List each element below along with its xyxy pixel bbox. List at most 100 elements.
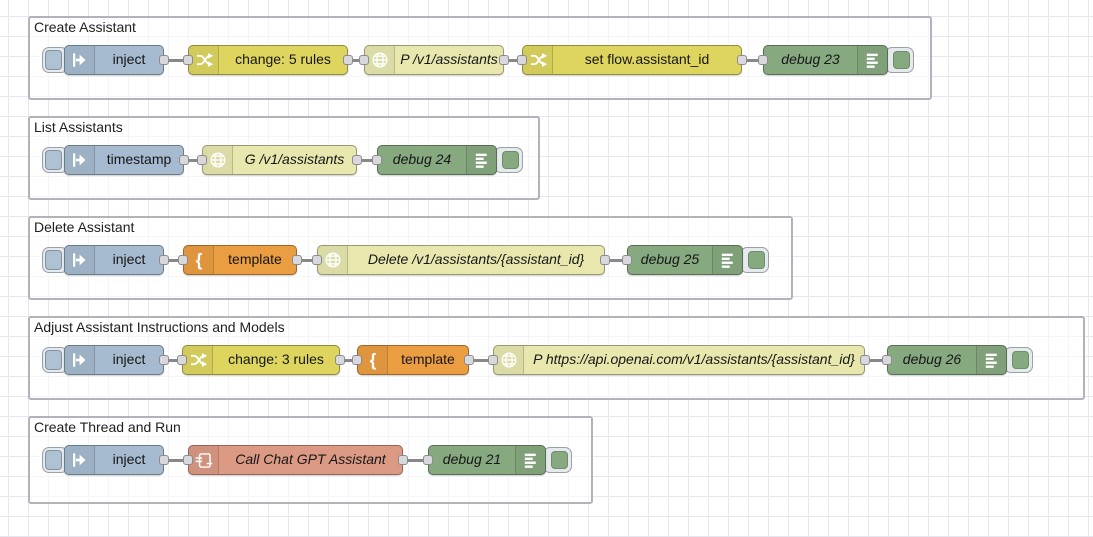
node-change[interactable]: set flow.assistant_id — [522, 45, 742, 75]
input-port[interactable] — [183, 455, 193, 465]
output-port[interactable] — [499, 55, 509, 65]
subflow-icon — [189, 446, 219, 474]
input-port[interactable] — [197, 155, 207, 165]
input-port[interactable] — [312, 255, 322, 265]
input-port[interactable] — [183, 55, 193, 65]
debug-toggle-nub[interactable] — [748, 251, 765, 269]
node-label: debug 26 — [902, 351, 962, 367]
node-label: G /v1/assistants — [244, 151, 345, 167]
node-inject[interactable]: inject — [64, 345, 164, 375]
inject-arrow-icon — [65, 446, 95, 474]
output-port[interactable] — [179, 155, 189, 165]
debug-output-icon — [712, 246, 742, 274]
curly-brace-icon: { — [358, 346, 388, 374]
inject-arrow-icon — [65, 246, 95, 274]
output-port[interactable] — [398, 455, 408, 465]
inject-button-nub[interactable] — [45, 250, 62, 270]
debug-output-icon — [515, 446, 545, 474]
node-template[interactable]: { template — [183, 245, 297, 275]
node-label: P /v1/assistants — [400, 51, 498, 67]
node-http-request[interactable]: Delete /v1/assistants/{assistant_id} — [317, 245, 605, 275]
debug-output-icon — [857, 46, 887, 74]
input-port[interactable] — [758, 55, 768, 65]
output-port[interactable] — [860, 355, 870, 365]
inject-arrow-icon — [65, 46, 95, 74]
output-port[interactable] — [159, 355, 169, 365]
input-port[interactable] — [882, 355, 892, 365]
node-inject[interactable]: inject — [64, 245, 164, 275]
output-port[interactable] — [159, 255, 169, 265]
node-label: set flow.assistant_id — [584, 51, 710, 67]
input-port[interactable] — [517, 55, 527, 65]
node-label: change: 3 rules — [228, 351, 324, 367]
inject-button-nub[interactable] — [45, 150, 62, 170]
input-port[interactable] — [178, 255, 188, 265]
debug-toggle-nub[interactable] — [502, 151, 519, 169]
node-debug[interactable]: debug 26 — [887, 345, 1007, 375]
node-label: debug 24 — [392, 151, 452, 167]
debug-toggle-nub[interactable] — [893, 51, 910, 69]
node-template[interactable]: { template — [357, 345, 469, 375]
output-port[interactable] — [737, 55, 747, 65]
node-label: inject — [112, 51, 146, 67]
group-label: Adjust Assistant Instructions and Models — [34, 319, 285, 335]
node-label: inject — [112, 451, 146, 467]
node-label: template — [228, 251, 282, 267]
group-label: List Assistants — [34, 119, 123, 135]
globe-icon — [203, 146, 233, 174]
output-port[interactable] — [343, 55, 353, 65]
node-subflow[interactable]: Call Chat GPT Assistant — [188, 445, 403, 475]
node-http-request[interactable]: P /v1/assistants — [364, 45, 504, 75]
inject-button-nub[interactable] — [45, 50, 62, 70]
node-label: inject — [112, 351, 146, 367]
node-debug[interactable]: debug 24 — [377, 145, 497, 175]
output-port[interactable] — [352, 155, 362, 165]
debug-output-icon — [976, 346, 1006, 374]
node-http-request[interactable]: P https://api.openai.com/v1/assistants/{… — [493, 345, 865, 375]
shuffle-icon — [523, 46, 553, 74]
debug-toggle-nub[interactable] — [551, 451, 568, 469]
flow-canvas[interactable]: Create Assistant inject change: 5 rules P /… — [0, 0, 1093, 537]
output-port[interactable] — [335, 355, 345, 365]
globe-icon — [365, 46, 395, 74]
input-port[interactable] — [488, 355, 498, 365]
output-port[interactable] — [159, 455, 169, 465]
node-label: timestamp — [106, 151, 172, 167]
node-inject[interactable]: inject — [64, 445, 164, 475]
input-port[interactable] — [359, 55, 369, 65]
output-port[interactable] — [464, 355, 474, 365]
output-port[interactable] — [600, 255, 610, 265]
input-port[interactable] — [352, 355, 362, 365]
node-change[interactable]: change: 3 rules — [182, 345, 340, 375]
node-debug[interactable]: debug 25 — [627, 245, 743, 275]
node-inject[interactable]: timestamp — [64, 145, 184, 175]
node-debug[interactable]: debug 21 — [428, 445, 546, 475]
shuffle-icon — [183, 346, 213, 374]
node-debug[interactable]: debug 23 — [763, 45, 888, 75]
node-label: Delete /v1/assistants/{assistant_id} — [367, 251, 585, 267]
input-port[interactable] — [372, 155, 382, 165]
inject-arrow-icon — [65, 146, 95, 174]
group-label: Create Thread and Run — [34, 419, 181, 435]
inject-button-nub[interactable] — [45, 450, 62, 470]
node-label: change: 5 rules — [235, 51, 331, 67]
node-change[interactable]: change: 5 rules — [188, 45, 348, 75]
node-label: inject — [112, 251, 146, 267]
node-label: template — [401, 351, 455, 367]
node-http-request[interactable]: G /v1/assistants — [202, 145, 357, 175]
input-port[interactable] — [622, 255, 632, 265]
globe-icon — [318, 246, 348, 274]
output-port[interactable] — [159, 55, 169, 65]
input-port[interactable] — [177, 355, 187, 365]
node-label: debug 23 — [781, 51, 840, 67]
node-label: debug 25 — [640, 251, 700, 267]
shuffle-icon — [189, 46, 219, 74]
output-port[interactable] — [292, 255, 302, 265]
group-label: Delete Assistant — [34, 219, 135, 235]
debug-toggle-nub[interactable] — [1012, 351, 1029, 369]
inject-button-nub[interactable] — [45, 350, 62, 370]
node-label: P https://api.openai.com/v1/assistants/{… — [533, 351, 855, 367]
node-inject[interactable]: inject — [64, 45, 164, 75]
input-port[interactable] — [423, 455, 433, 465]
curly-brace-icon: { — [184, 246, 214, 274]
